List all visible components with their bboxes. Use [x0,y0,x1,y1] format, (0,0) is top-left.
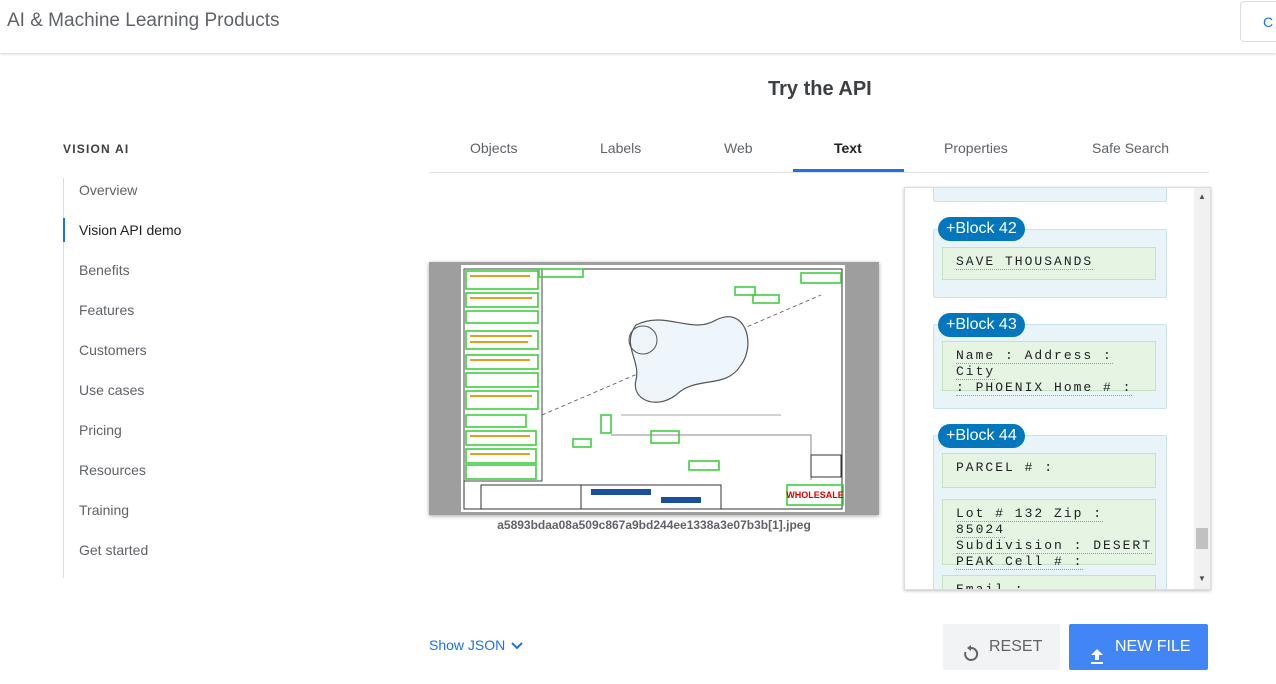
block-card-previous [933,188,1167,202]
block-43-text[interactable]: Name : Address : City: PHOENIX Home # : [942,341,1156,396]
block-44-line-email[interactable]: Email : [942,575,1156,589]
site-title[interactable]: AI & Machine Learning Products [7,10,280,32]
tab-objects[interactable]: Objects [470,140,517,156]
scroll-thumb[interactable] [1196,528,1208,549]
chevron-down-icon [511,637,523,653]
tab-safe-search[interactable]: Safe Search [1092,140,1169,156]
reset-icon [961,637,981,683]
show-json-label: Show JSON [429,637,506,653]
tab-bar: Objects Labels Web Text Properties Safe … [429,130,1209,173]
sidenav-list: Overview Vision API demo Benefits Featur… [63,178,244,578]
block-label-43[interactable]: +Block 43 [938,313,1025,337]
sidebar-item-vision-api-demo[interactable]: Vision API demo [63,218,244,258]
tab-web[interactable]: Web [724,140,753,156]
sidebar-item-use-cases[interactable]: Use cases [64,378,244,418]
sidebar-item-benefits[interactable]: Benefits [64,258,244,298]
new-file-button[interactable]: NEW FILE [1069,624,1208,670]
image-filename: a5893bdaa08a509c867a9bd244ee1338a3e07b3b… [497,518,811,532]
sidebar-item-features[interactable]: Features [64,298,244,338]
scroll-down-icon[interactable]: ▼ [1198,574,1206,583]
side-nav: VISION AI Overview Vision API demo Benef… [63,142,181,578]
tab-properties[interactable]: Properties [944,140,1008,156]
panel-scrollbar[interactable]: ▲ ▼ [1194,188,1210,589]
upload-icon [1088,638,1106,684]
block-42-line-1[interactable]: SAVE THOUSANDS [942,247,1156,280]
block-44-line-lot[interactable]: Lot # 132 Zip : 85024 Subdivision : DESER… [942,499,1156,570]
text-results-panel[interactable]: +Block 42 SAVE THOUSANDS +Block 43 Name … [904,187,1211,590]
tab-labels[interactable]: Labels [600,140,641,156]
sidebar-item-pricing[interactable]: Pricing [64,418,244,458]
tab-text[interactable]: Text [834,140,862,156]
sidebar-item-resources[interactable]: Resources [64,458,244,498]
sidebar-item-get-started[interactable]: Get started [64,538,244,578]
show-json-toggle[interactable]: Show JSON [429,637,523,653]
reset-button[interactable]: RESET [943,624,1060,670]
top-bar: AI & Machine Learning Products C [0,0,1276,53]
new-file-label: NEW FILE [1115,638,1191,655]
page-title: Try the API [768,78,872,100]
sidenav-heading: VISION AI [63,142,130,156]
sidebar-item-training[interactable]: Training [64,498,244,538]
contact-button[interactable]: C [1240,1,1276,42]
site-plan-drawing: WHOLESALE [463,268,844,510]
block-label-42[interactable]: +Block 42 [938,217,1025,241]
block-label-44[interactable]: +Block 44 [938,424,1025,448]
sidebar-item-overview[interactable]: Overview [64,178,244,218]
image-preview[interactable]: WHOLESALE [429,262,879,515]
active-tab-indicator [793,169,904,172]
document-image: WHOLESALE [461,265,845,512]
block-44-line-parcel[interactable]: PARCEL # : [942,453,1156,488]
sidebar-item-customers[interactable]: Customers [64,338,244,378]
reset-label: RESET [989,638,1043,655]
scroll-up-icon[interactable]: ▲ [1198,192,1206,201]
wholesale-text: WHOLESALE [786,490,844,500]
